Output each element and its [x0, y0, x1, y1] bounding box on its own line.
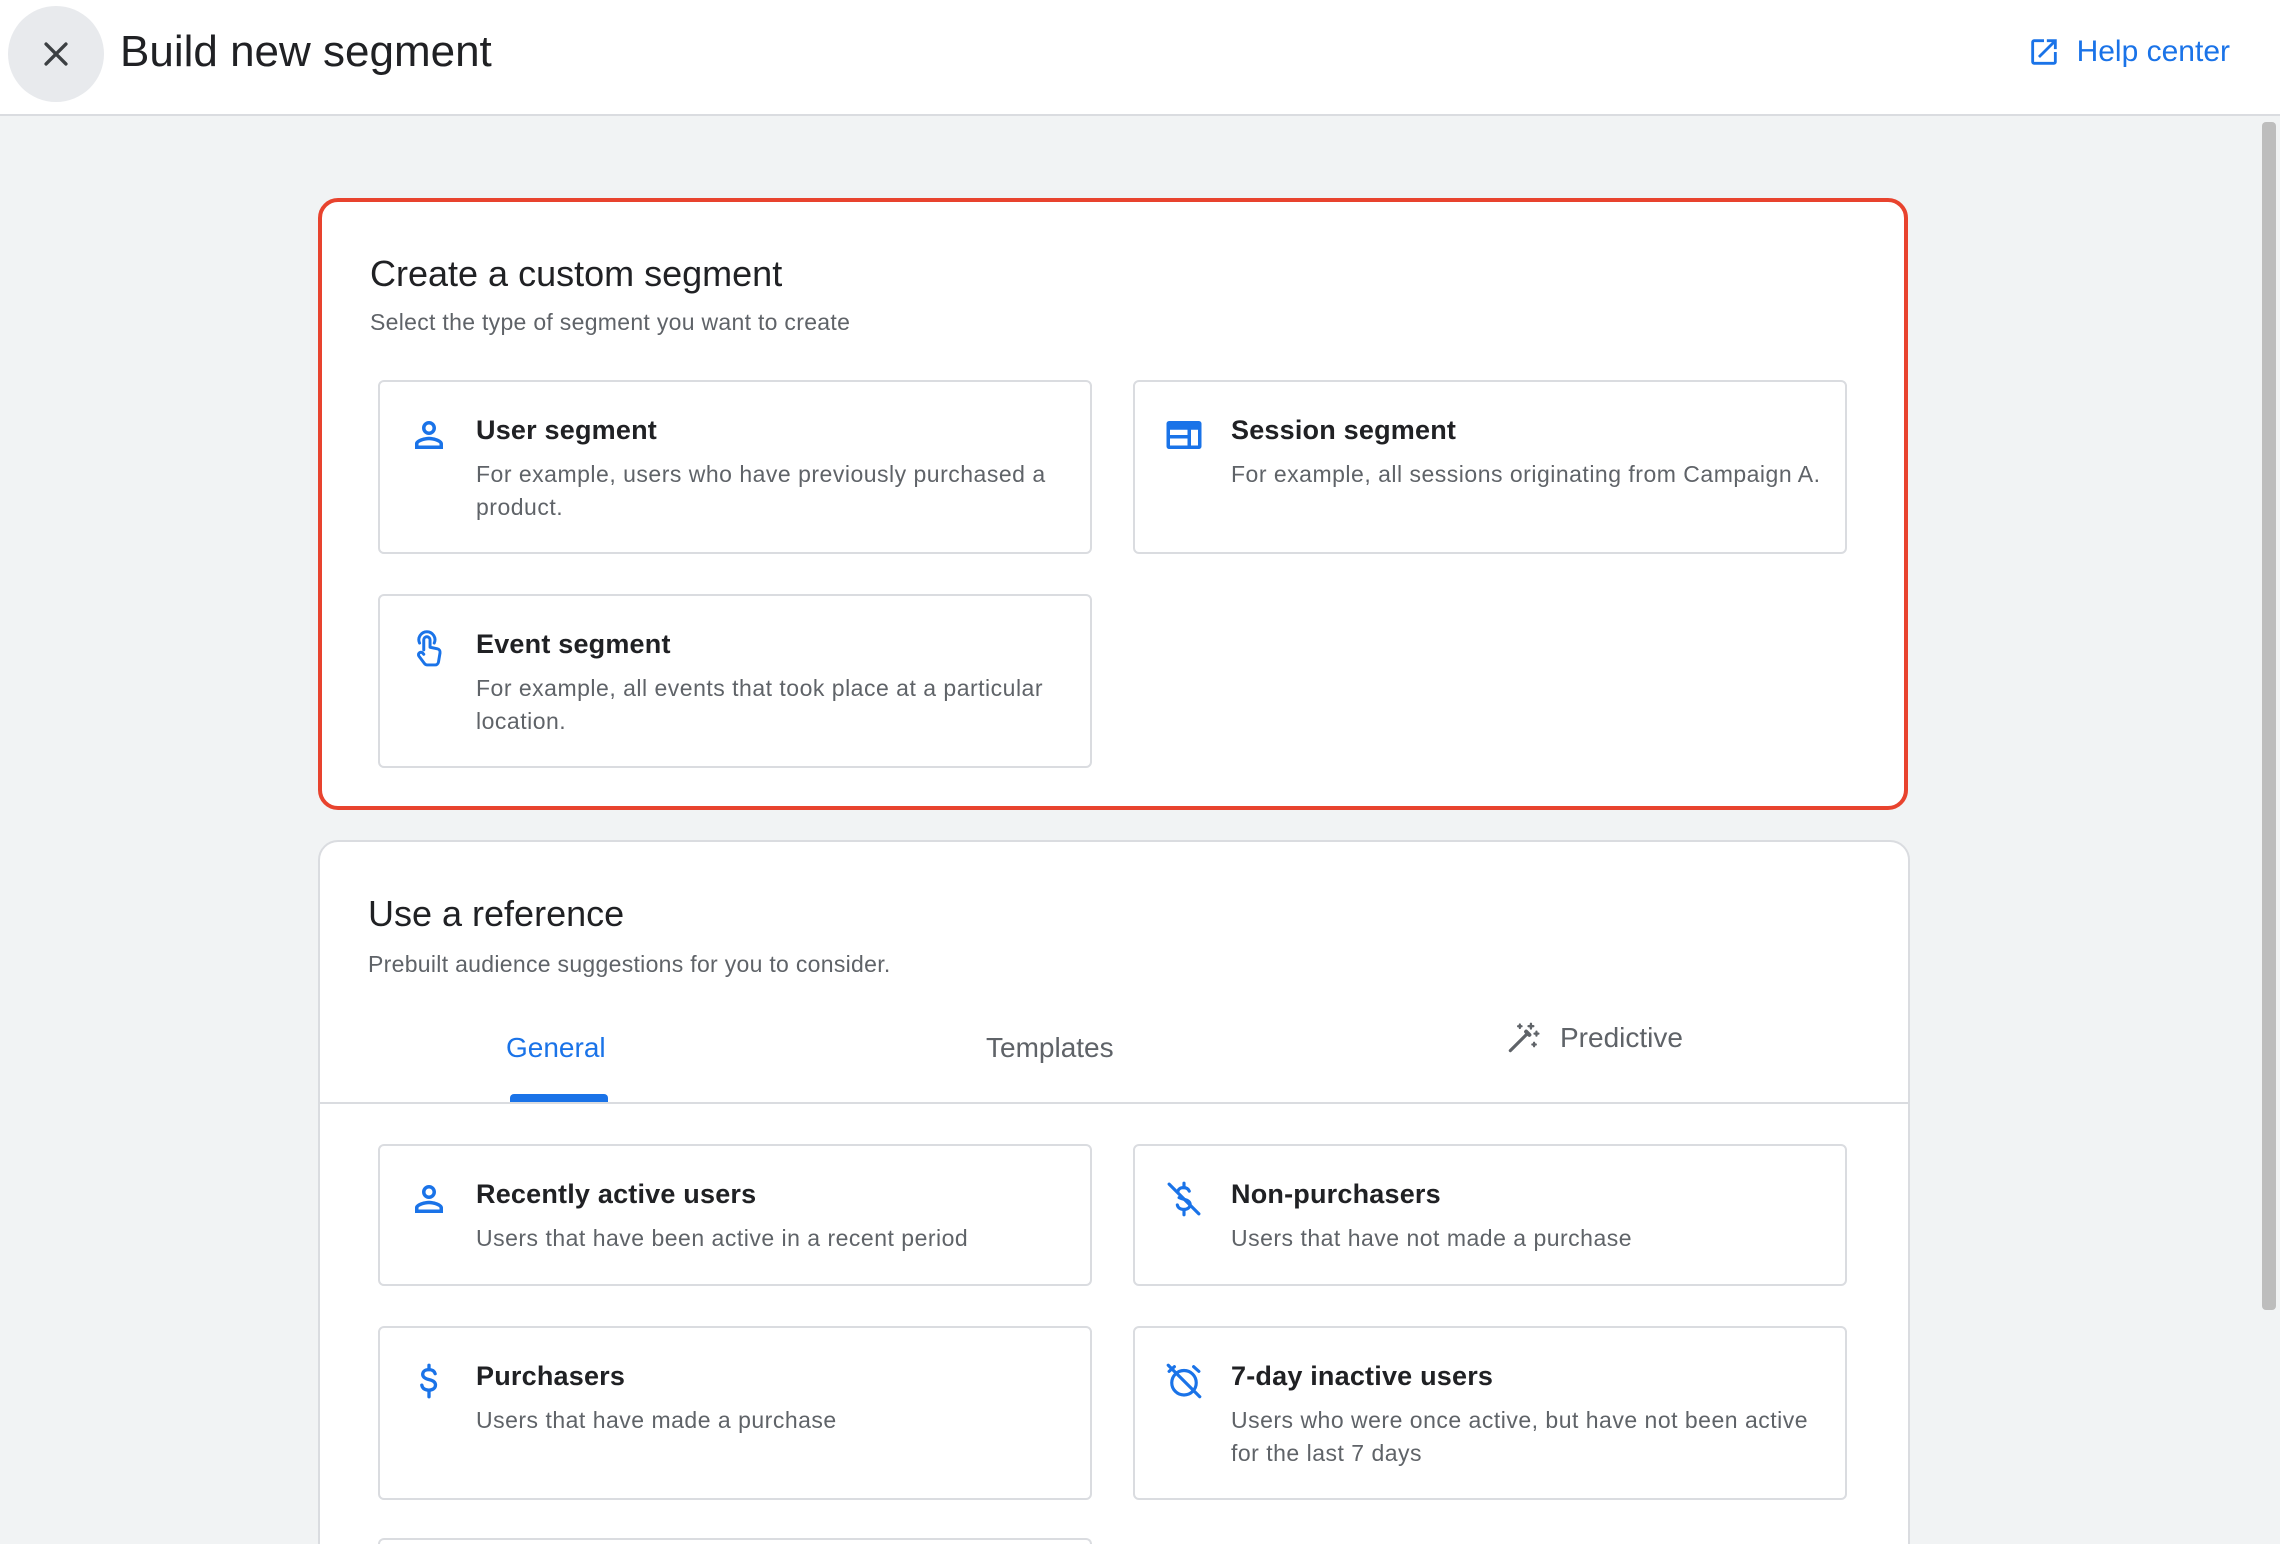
card-description: For example, all sessions originating fr…	[1231, 461, 1821, 487]
card-description: Users who were once active, but have not…	[1231, 1407, 1809, 1466]
touch-icon	[417, 630, 442, 667]
purchasers-card[interactable]: Purchasers Users that have made a purcha…	[378, 1326, 1092, 1500]
reference-subtitle: Prebuilt audience suggestions for you to…	[368, 951, 891, 977]
tab-templates[interactable]: Templates	[986, 1028, 1114, 1068]
close-button[interactable]	[8, 6, 104, 102]
person-icon	[415, 1185, 443, 1213]
reference-tabs: General Templates Predictive	[320, 1000, 1908, 1104]
reference-panel: Use a reference Prebuilt audience sugges…	[318, 840, 1910, 1544]
recently-active-users-card[interactable]: Recently active users Users that have be…	[378, 1144, 1092, 1286]
card-title: Session segment	[1231, 415, 1457, 445]
card-title: Event segment	[476, 629, 671, 659]
card-description: For example, users who have previously p…	[476, 461, 1046, 520]
active-tab-indicator	[510, 1094, 608, 1102]
card-title: Non-purchasers	[1231, 1179, 1441, 1209]
page-title: Build new segment	[120, 27, 492, 76]
alarm-off-icon	[1166, 1363, 1202, 1399]
partial-card[interactable]	[378, 1538, 1092, 1544]
card-description: Users that have made a purchase	[476, 1407, 837, 1433]
card-title: 7-day inactive users	[1231, 1361, 1494, 1391]
non-purchasers-card[interactable]: Non-purchasers Users that have not made …	[1133, 1144, 1847, 1286]
reference-title: Use a reference	[368, 893, 625, 934]
close-icon	[44, 42, 68, 66]
user-segment-card[interactable]: User segment For example, users who have…	[378, 380, 1092, 554]
scrollbar-thumb[interactable]	[2262, 122, 2276, 1310]
session-segment-card[interactable]: Session segment For example, all session…	[1133, 380, 1847, 554]
card-title: Purchasers	[476, 1361, 626, 1391]
help-center-link[interactable]: Help center	[2027, 28, 2230, 76]
dollar-icon	[420, 1363, 438, 1399]
top-app-bar: Build new segment Help center	[0, 0, 2280, 116]
money-off-icon	[1167, 1181, 1201, 1217]
custom-segment-panel: Create a custom segment Select the type …	[318, 198, 1908, 810]
inactive-users-card[interactable]: 7-day inactive users Users who were once…	[1133, 1326, 1847, 1500]
web-session-icon	[1166, 421, 1202, 449]
card-description: Users that have been active in a recent …	[476, 1225, 969, 1251]
open-in-new-icon	[2030, 39, 2057, 65]
magic-wand-icon	[1508, 1022, 1540, 1053]
card-description: For example, all events that took place …	[476, 675, 1044, 734]
person-icon	[415, 421, 443, 449]
custom-segment-subtitle: Select the type of segment you want to c…	[370, 309, 851, 335]
card-title: User segment	[476, 415, 657, 445]
tab-predictive[interactable]: Predictive	[1504, 1018, 1683, 1058]
help-center-label: Help center	[2076, 35, 2230, 68]
event-segment-card[interactable]: Event segment For example, all events th…	[378, 594, 1092, 768]
tab-predictive-label: Predictive	[1560, 1022, 1683, 1053]
card-title: Recently active users	[476, 1179, 757, 1209]
card-description: Users that have not made a purchase	[1231, 1225, 1633, 1251]
tab-general[interactable]: General	[506, 1028, 606, 1068]
custom-segment-title: Create a custom segment	[370, 253, 783, 294]
